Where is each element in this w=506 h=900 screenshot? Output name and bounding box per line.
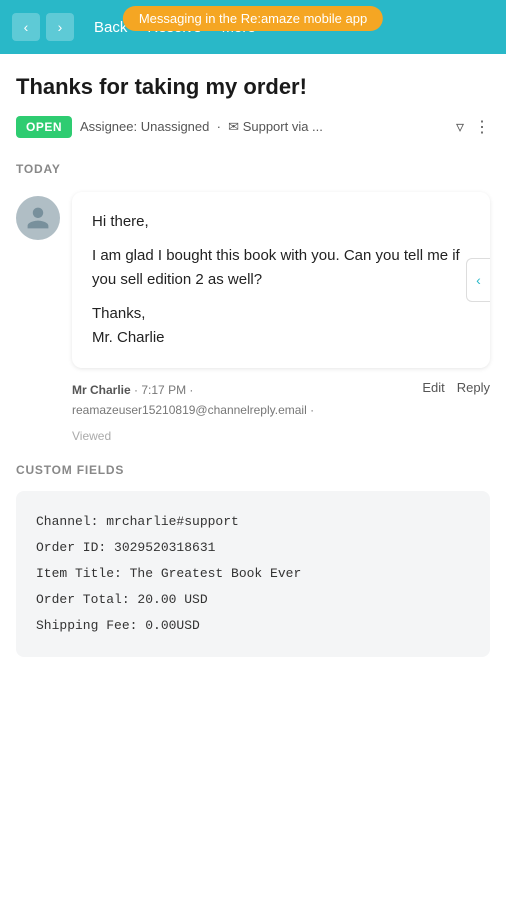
custom-fields-heading: CUSTOM FIELDS: [16, 463, 490, 477]
email-separator: ·: [189, 383, 193, 397]
custom-field-order-total: Order Total: 20.00 USD: [36, 587, 470, 613]
custom-field-order-id: Order ID: 3029520318631: [36, 535, 470, 561]
custom-field-channel: Channel: mrcharlie#support: [36, 509, 470, 535]
page-content: Thanks for taking my order! OPEN Assigne…: [0, 54, 506, 677]
user-avatar-icon: [25, 205, 51, 231]
message-greeting: Hi there,: [92, 210, 470, 234]
support-channel-icon: ✉: [228, 119, 239, 134]
filter-icon[interactable]: ▿: [456, 117, 464, 137]
message-meta-right: Edit Reply: [422, 380, 490, 395]
notification-banner: Messaging in the Re:amaze mobile app: [123, 6, 383, 31]
status-badge: OPEN: [16, 116, 72, 138]
nav-prev-button[interactable]: ‹: [12, 13, 40, 41]
message-time: 7:17 PM: [141, 383, 186, 397]
reply-button[interactable]: Reply: [457, 380, 490, 395]
sender-name: Mr Charlie: [72, 383, 131, 397]
support-label: Support via ...: [243, 119, 323, 134]
email-dot: ·: [310, 403, 314, 417]
side-panel-toggle[interactable]: ‹: [466, 258, 490, 302]
today-label: TODAY: [16, 162, 490, 176]
message-signoff: Thanks,: [92, 302, 470, 326]
avatar: [16, 196, 60, 240]
page-title: Thanks for taking my order!: [16, 74, 490, 100]
viewed-label: Viewed: [72, 429, 490, 443]
message-name: Mr. Charlie: [92, 326, 470, 350]
top-navigation-bar: ‹ › Back Resolve More Messaging in the R…: [0, 0, 506, 54]
message-bubble: Hi there, I am glad I bought this book w…: [72, 192, 490, 368]
custom-field-item-title: Item Title: The Greatest Book Ever: [36, 561, 470, 587]
message-meta-left: Mr Charlie · 7:17 PM · reamazeuser152108…: [72, 380, 314, 421]
custom-field-shipping-fee: Shipping Fee: 0.00USD: [36, 613, 470, 639]
more-options-icon[interactable]: ⋮: [474, 117, 490, 137]
assignee-label: Assignee: Unassigned: [80, 119, 209, 134]
assignee-info: Assignee: Unassigned · ✉ Support via ...: [80, 119, 448, 135]
message-body: I am glad I bought this book with you. C…: [92, 244, 470, 292]
message-meta: Mr Charlie · 7:17 PM · reamazeuser152108…: [72, 380, 490, 421]
sender-email: reamazeuser15210819@channelreply.email: [72, 403, 307, 417]
message-section: TODAY Hi there, I am glad I bought this …: [16, 162, 490, 657]
custom-fields-box: Channel: mrcharlie#support Order ID: 302…: [16, 491, 490, 657]
nav-next-button[interactable]: ›: [46, 13, 74, 41]
edit-button[interactable]: Edit: [422, 380, 444, 395]
message-wrapper: Hi there, I am glad I bought this book w…: [16, 192, 490, 368]
meta-bar: OPEN Assignee: Unassigned · ✉ Support vi…: [16, 116, 490, 138]
meta-action-icons: ▿ ⋮: [456, 117, 490, 137]
nav-arrows: ‹ ›: [12, 13, 74, 41]
